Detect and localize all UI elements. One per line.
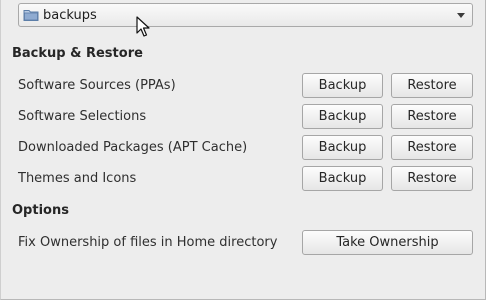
mouse-pointer-icon xyxy=(136,16,150,37)
options-heading: Options xyxy=(12,203,69,218)
folder-chooser[interactable]: backups xyxy=(18,3,473,27)
restore-software-selections-button[interactable]: Restore xyxy=(391,104,473,129)
row-label-fix-ownership: Fix Ownership of files in Home directory xyxy=(18,235,278,250)
restore-apt-cache-button[interactable]: Restore xyxy=(391,135,473,160)
row-label-software-sources: Software Sources (PPAs) xyxy=(18,78,176,93)
folder-chooser-value: backups xyxy=(43,7,97,23)
restore-software-sources-button[interactable]: Restore xyxy=(391,73,473,98)
chevron-down-icon[interactable] xyxy=(457,13,465,18)
row-label-software-selections: Software Selections xyxy=(18,109,147,124)
backup-themes-icons-button[interactable]: Backup xyxy=(302,166,383,191)
backup-restore-heading: Backup & Restore xyxy=(12,46,143,61)
folder-icon xyxy=(23,8,39,22)
row-label-themes-icons: Themes and Icons xyxy=(18,171,137,186)
backup-apt-cache-button[interactable]: Backup xyxy=(302,135,383,160)
restore-themes-icons-button[interactable]: Restore xyxy=(391,166,473,191)
backup-software-selections-button[interactable]: Backup xyxy=(302,104,383,129)
backup-software-sources-button[interactable]: Backup xyxy=(302,73,383,98)
take-ownership-button[interactable]: Take Ownership xyxy=(302,230,473,255)
row-label-apt-cache: Downloaded Packages (APT Cache) xyxy=(18,140,248,155)
